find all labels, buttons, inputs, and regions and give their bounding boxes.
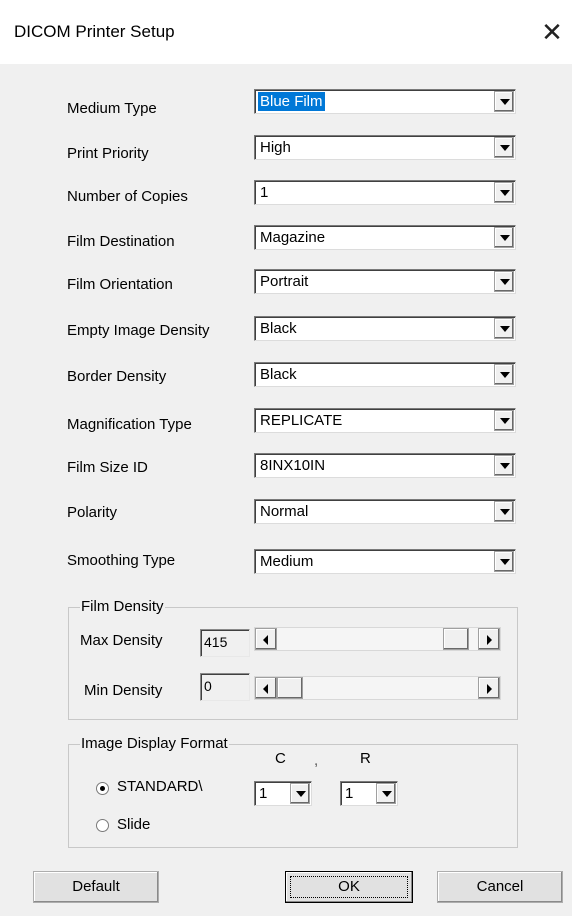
empty-image-density-select[interactable]: Black — [254, 316, 516, 341]
polarity-select[interactable]: Normal — [254, 499, 516, 524]
standard-radio[interactable] — [96, 782, 109, 795]
close-icon[interactable]: ✕ — [532, 14, 572, 50]
polarity-label: Polarity — [67, 504, 118, 521]
min-density-value-box: 0 — [200, 673, 250, 701]
scroll-right-icon[interactable] — [478, 677, 500, 699]
default-button[interactable]: Default — [33, 871, 159, 903]
empty-image-density-value: Black — [260, 320, 297, 337]
max-density-thumb[interactable] — [443, 628, 469, 650]
rows-select[interactable]: 1 — [340, 781, 398, 806]
focus-rectangle — [290, 876, 408, 898]
title-bar: DICOM Printer Setup ✕ — [0, 0, 572, 64]
smoothing-type-label: Smoothing Type — [67, 552, 176, 569]
number-of-copies-value: 1 — [260, 184, 269, 201]
print-priority-label: Print Priority — [67, 145, 149, 162]
rows-header: R — [360, 750, 371, 767]
image-display-format-title: Image Display Format — [80, 735, 229, 752]
scroll-left-icon[interactable] — [255, 628, 277, 650]
medium-type-value: Blue Film — [258, 92, 325, 111]
columns-rows-separator: , — [314, 752, 319, 769]
chevron-down-icon[interactable] — [290, 783, 310, 804]
border-density-value: Black — [260, 366, 297, 383]
film-orientation-select[interactable]: Portrait — [254, 269, 516, 294]
empty-image-density-label: Empty Image Density — [67, 322, 210, 339]
max-density-value: 415 — [204, 634, 228, 650]
slide-label[interactable]: Slide — [117, 816, 150, 833]
polarity-value: Normal — [260, 503, 309, 520]
chevron-down-icon[interactable] — [494, 551, 514, 572]
chevron-down-icon[interactable] — [494, 182, 514, 203]
chevron-down-icon[interactable] — [494, 137, 514, 158]
ok-button[interactable]: OK — [285, 871, 413, 903]
chevron-down-icon[interactable] — [494, 501, 514, 522]
film-density-group — [68, 607, 518, 720]
chevron-down-icon[interactable] — [494, 364, 514, 385]
number-of-copies-select[interactable]: 1 — [254, 180, 516, 205]
max-density-scrollbar[interactable] — [254, 627, 501, 651]
window-title: DICOM Printer Setup — [14, 22, 175, 41]
number-of-copies-label: Number of Copies — [67, 188, 188, 205]
smoothing-type-value: Medium — [260, 553, 314, 570]
dicom-printer-setup-dialog: DICOM Printer Setup ✕ Medium Type Blue F… — [0, 0, 572, 916]
scroll-left-icon[interactable] — [255, 677, 277, 699]
chevron-down-icon[interactable] — [494, 91, 514, 112]
border-density-select[interactable]: Black — [254, 362, 516, 387]
columns-select[interactable]: 1 — [254, 781, 312, 806]
print-priority-value: High — [260, 139, 291, 156]
chevron-down-icon[interactable] — [494, 271, 514, 292]
film-destination-label: Film Destination — [67, 233, 175, 250]
columns-header: C — [275, 750, 286, 767]
min-density-thumb[interactable] — [277, 677, 303, 699]
chevron-down-icon[interactable] — [494, 455, 514, 476]
medium-type-select[interactable]: Blue Film — [254, 89, 516, 114]
film-orientation-value: Portrait — [260, 273, 309, 290]
medium-type-label: Medium Type — [67, 100, 157, 117]
film-density-title: Film Density — [80, 598, 165, 615]
print-priority-select[interactable]: High — [254, 135, 516, 160]
magnification-type-label: Magnification Type — [67, 416, 192, 433]
film-size-id-select[interactable]: 8INX10IN — [254, 453, 516, 478]
film-size-id-value: 8INX10IN — [260, 457, 326, 474]
chevron-down-icon[interactable] — [494, 410, 514, 431]
film-size-id-label: Film Size ID — [67, 459, 148, 476]
magnification-type-select[interactable]: REPLICATE — [254, 408, 516, 433]
film-destination-select[interactable]: Magazine — [254, 225, 516, 250]
film-orientation-label: Film Orientation — [67, 276, 173, 293]
min-density-label: Min Density — [84, 682, 163, 699]
slide-radio[interactable] — [96, 819, 109, 832]
chevron-down-icon[interactable] — [376, 783, 396, 804]
smoothing-type-select[interactable]: Medium — [254, 549, 516, 574]
min-density-value: 0 — [204, 678, 212, 694]
magnification-type-value: REPLICATE — [260, 412, 343, 429]
scroll-right-icon[interactable] — [478, 628, 500, 650]
chevron-down-icon[interactable] — [494, 227, 514, 248]
standard-label[interactable]: STANDARD\ — [117, 778, 203, 795]
max-density-label: Max Density — [80, 632, 163, 649]
rows-value: 1 — [345, 785, 354, 802]
max-density-value-box: 415 — [200, 629, 250, 657]
chevron-down-icon[interactable] — [494, 318, 514, 339]
columns-value: 1 — [259, 785, 268, 802]
border-density-label: Border Density — [67, 368, 167, 385]
cancel-button[interactable]: Cancel — [437, 871, 563, 903]
min-density-scrollbar[interactable] — [254, 676, 501, 700]
film-destination-value: Magazine — [260, 229, 326, 246]
